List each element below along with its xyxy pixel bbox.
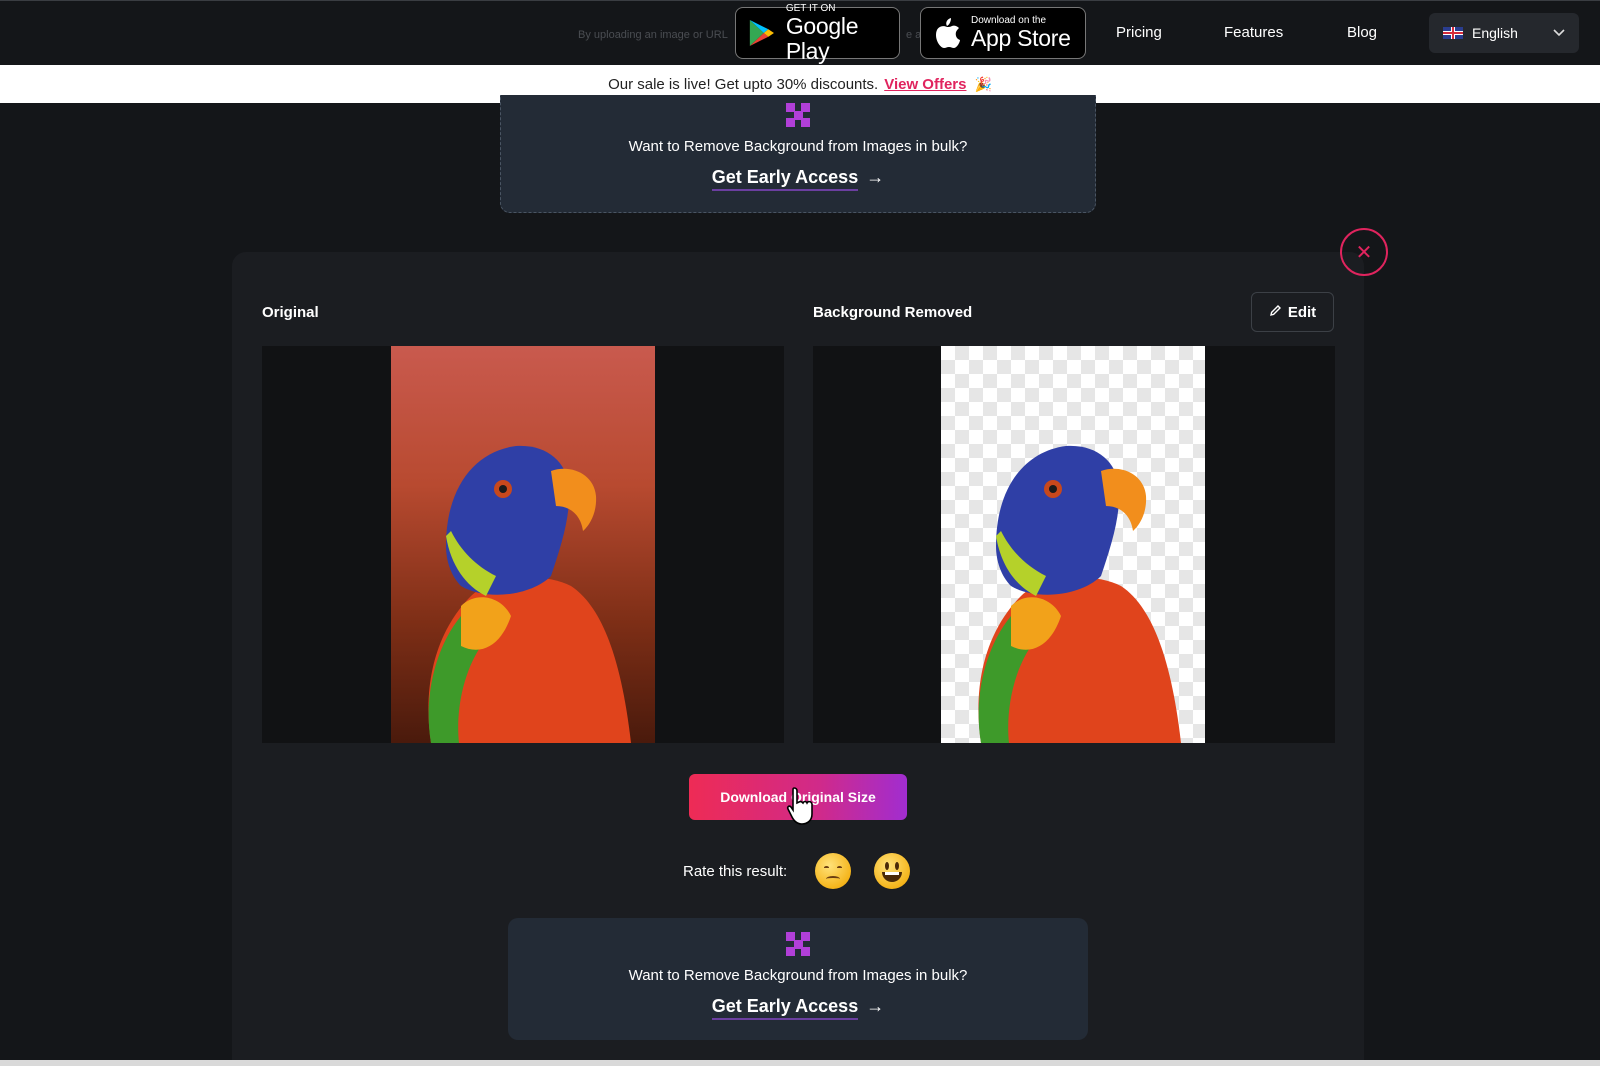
arrow-right-icon: →: [866, 996, 885, 1016]
pencil-icon: [1269, 304, 1282, 320]
background-removed-label: Background Removed: [813, 304, 973, 321]
apple-icon: [936, 18, 960, 48]
grinning-face-icon[interactable]: [874, 853, 910, 889]
sale-text: Our sale is live! Get upto 30% discounts…: [608, 75, 879, 93]
google-play-button[interactable]: GET IT ON Google Play: [735, 3, 900, 63]
google-play-small-text: GET IT ON: [785, 2, 836, 14]
bulk-promo-card-top: Want to Remove Background from Images in…: [500, 95, 1096, 213]
original-label: Original: [262, 304, 319, 321]
pensive-face-icon[interactable]: [815, 853, 851, 889]
bulk-promo-question: Want to Remove Background from Images in…: [628, 967, 968, 984]
language-label: English: [1472, 25, 1518, 41]
google-play-icon: [749, 20, 774, 46]
app-store-label: App Store: [971, 25, 1071, 51]
get-early-access-link[interactable]: Get Early Access: [711, 167, 859, 191]
app-store-button[interactable]: Download on the App Store: [920, 7, 1086, 59]
google-play-label: Google Play: [785, 12, 859, 64]
brand-logo-icon: [786, 932, 810, 956]
brand-logo-icon: [786, 103, 810, 127]
nav-link-features[interactable]: Features: [1224, 24, 1283, 41]
uk-flag-icon: [1443, 27, 1463, 39]
bulk-promo-card-bottom: Want to Remove Background from Images in…: [508, 918, 1088, 1040]
hand-cursor-icon: [785, 786, 819, 831]
edit-button[interactable]: Edit: [1251, 292, 1334, 332]
top-navigation: By uploading an image or URL e a GET IT …: [0, 0, 1600, 65]
chevron-down-icon: [1553, 24, 1565, 40]
view-offers-link[interactable]: View Offers: [884, 76, 966, 93]
original-parrot-image: [391, 346, 655, 743]
upload-terms-note: By uploading an image or URL: [578, 29, 728, 41]
get-early-access-link[interactable]: Get Early Access: [711, 996, 859, 1020]
browser-bottom-edge: [0, 1060, 1600, 1066]
rate-result-label: Rate this result:: [683, 863, 788, 880]
close-button[interactable]: ✕: [1340, 228, 1388, 276]
nav-link-blog[interactable]: Blog: [1347, 24, 1377, 41]
nav-link-pricing[interactable]: Pricing: [1116, 24, 1162, 41]
party-popper-icon: 🎉: [974, 75, 992, 92]
background-removed-parrot-image: [941, 346, 1205, 743]
arrow-right-icon: →: [866, 167, 885, 187]
edit-label: Edit: [1287, 303, 1317, 321]
upload-terms-note-fragment: e a: [906, 29, 922, 41]
language-selector[interactable]: English: [1429, 13, 1579, 53]
bulk-promo-question: Want to Remove Background from Images in…: [628, 138, 968, 155]
